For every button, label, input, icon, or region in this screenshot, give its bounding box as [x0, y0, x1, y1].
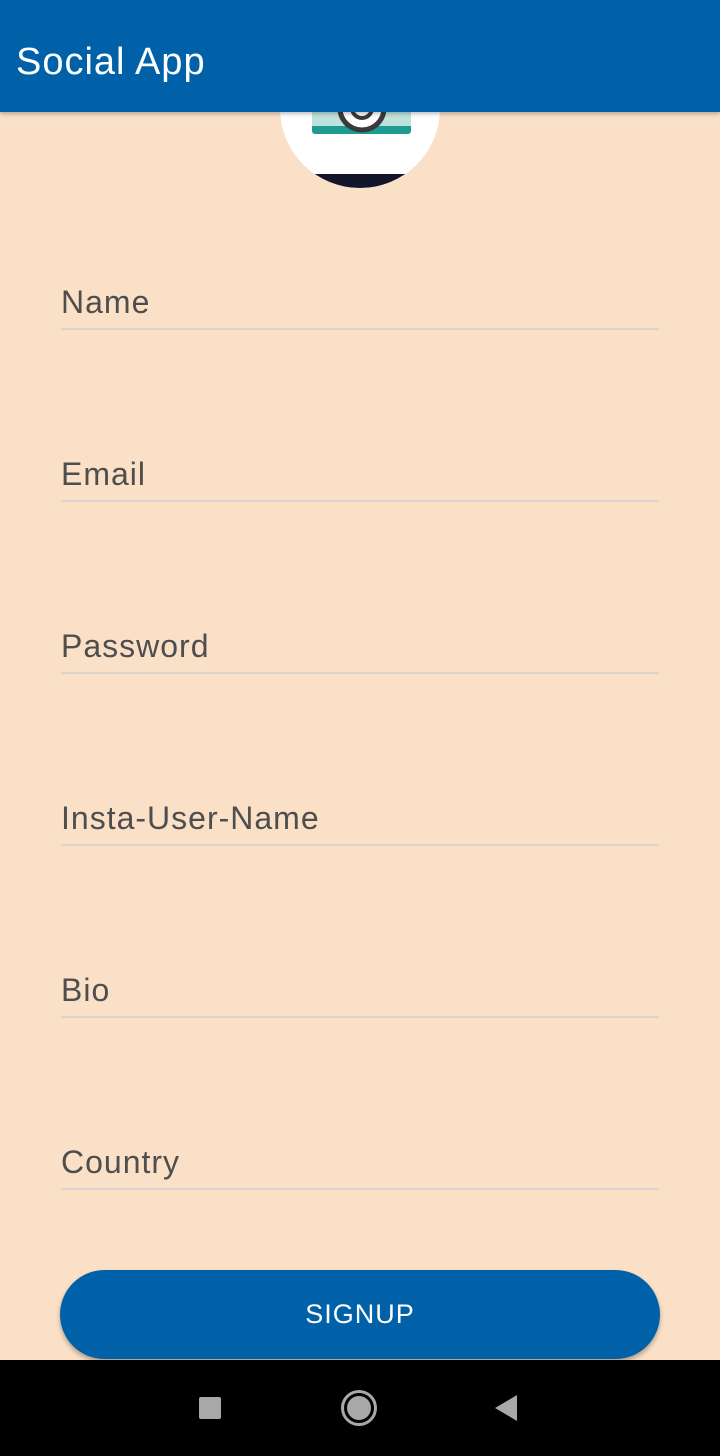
back-button[interactable] — [486, 1388, 526, 1428]
circle-home-icon — [341, 1390, 377, 1426]
name-field-label: Name — [61, 284, 151, 320]
country-field-label: Country — [61, 1144, 181, 1180]
country-field[interactable]: Country — [61, 1130, 659, 1190]
password-field-underline — [61, 672, 659, 674]
email-field-label: Email — [61, 456, 147, 492]
password-field-label: Password — [61, 628, 210, 664]
bio-field-underline — [61, 1016, 659, 1018]
insta-username-field[interactable]: Insta-User-Name — [61, 786, 659, 846]
app-bar: Social App — [0, 0, 720, 112]
name-field-underline — [61, 328, 659, 330]
email-field[interactable]: Email — [61, 442, 659, 502]
home-button[interactable] — [339, 1388, 379, 1428]
insta-username-field-underline — [61, 844, 659, 846]
email-field-underline — [61, 500, 659, 502]
signup-button[interactable]: SIGNUP — [60, 1270, 660, 1359]
insta-username-field-label: Insta-User-Name — [61, 800, 320, 836]
app-title: Social App — [16, 41, 206, 83]
bio-field[interactable]: Bio — [61, 958, 659, 1018]
country-field-underline — [61, 1188, 659, 1190]
name-field[interactable]: Name — [61, 270, 659, 330]
password-field[interactable]: Password — [61, 614, 659, 674]
system-nav-bar — [0, 1360, 720, 1456]
recents-button[interactable] — [190, 1388, 230, 1428]
triangle-back-icon — [495, 1395, 517, 1421]
square-icon — [199, 1397, 221, 1419]
bio-field-label: Bio — [61, 972, 111, 1008]
